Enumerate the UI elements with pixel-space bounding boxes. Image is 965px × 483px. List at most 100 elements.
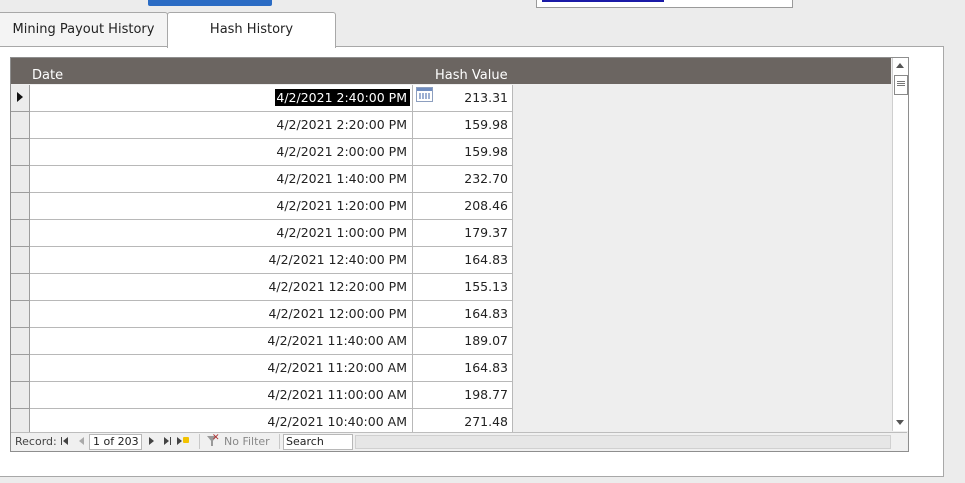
table-row[interactable]: 4/2/2021 12:40:00 PM 164.83: [11, 247, 891, 274]
cell-hash-value[interactable]: 164.83: [413, 247, 513, 274]
vertical-scrollbar[interactable]: [892, 58, 908, 431]
cell-date-value: 4/2/2021 11:00:00 AM: [267, 387, 407, 402]
scroll-up-icon[interactable]: [893, 60, 908, 73]
top-button-partial[interactable]: [148, 0, 272, 6]
record-selector[interactable]: [11, 220, 30, 247]
cell-date-value: 4/2/2021 12:40:00 PM: [268, 252, 407, 267]
cell-hash-value-text: 208.46: [464, 198, 508, 213]
cell-date[interactable]: 4/2/2021 12:40:00 PM: [30, 247, 413, 274]
cell-date[interactable]: 4/2/2021 1:40:00 PM: [30, 166, 413, 193]
cell-hash-value[interactable]: 179.37: [413, 220, 513, 247]
cell-date[interactable]: 4/2/2021 12:20:00 PM: [30, 274, 413, 301]
column-header-date[interactable]: Date: [32, 68, 63, 83]
cell-hash-value[interactable]: 164.83: [413, 355, 513, 382]
cell-hash-value-text: 159.98: [464, 144, 508, 159]
cell-hash-value-text: 164.83: [464, 252, 508, 267]
cell-date-value: 4/2/2021 10:40:00 AM: [267, 414, 407, 429]
scroll-down-icon[interactable]: [893, 416, 908, 429]
cell-date[interactable]: 4/2/2021 1:20:00 PM: [30, 193, 413, 220]
cell-hash-value-text: 232.70: [464, 171, 508, 186]
cell-date-value: 4/2/2021 11:40:00 AM: [267, 333, 407, 348]
column-header-hash-value[interactable]: Hash Value: [435, 68, 508, 83]
cell-hash-value-text: 155.13: [464, 279, 508, 294]
nav-separator: [279, 434, 280, 449]
cell-hash-value-text: 164.83: [464, 360, 508, 375]
table-row[interactable]: 4/2/2021 12:20:00 PM 155.13: [11, 274, 891, 301]
cell-date[interactable]: 4/2/2021 1:00:00 PM: [30, 220, 413, 247]
table-row[interactable]: 4/2/2021 11:40:00 AM 189.07: [11, 328, 891, 355]
cell-date[interactable]: 4/2/2021 12:00:00 PM: [30, 301, 413, 328]
cell-date[interactable]: 4/2/2021 2:00:00 PM: [30, 139, 413, 166]
cell-date[interactable]: 4/2/2021 2:40:00 PM: [30, 85, 413, 112]
cell-date-value: 4/2/2021 11:20:00 AM: [267, 360, 407, 375]
filter-status-button[interactable]: No Filter: [224, 435, 270, 448]
cell-date[interactable]: 4/2/2021 11:40:00 AM: [30, 328, 413, 355]
cell-date-value: 4/2/2021 2:00:00 PM: [276, 144, 407, 159]
record-selector[interactable]: [11, 355, 30, 382]
cell-date-value: 4/2/2021 2:40:00 PM: [275, 89, 410, 106]
table-row[interactable]: 4/2/2021 2:40:00 PM 213.31: [11, 85, 891, 112]
top-field-link[interactable]: [542, 0, 664, 2]
cell-date-value: 4/2/2021 1:00:00 PM: [276, 225, 407, 240]
cell-hash-value-text: 271.48: [464, 414, 508, 429]
last-record-icon[interactable]: [163, 435, 173, 447]
table-row[interactable]: 4/2/2021 12:00:00 PM 164.83: [11, 301, 891, 328]
cell-hash-value[interactable]: 155.13: [413, 274, 513, 301]
cell-date[interactable]: 4/2/2021 2:20:00 PM: [30, 112, 413, 139]
filter-off-mark: ✕: [212, 433, 220, 443]
cell-date[interactable]: 4/2/2021 11:20:00 AM: [30, 355, 413, 382]
record-selector[interactable]: [11, 274, 30, 301]
cell-date-value: 4/2/2021 1:40:00 PM: [276, 171, 407, 186]
tab-mining-payout-history[interactable]: Mining Payout History: [0, 12, 168, 48]
cell-date-value: 4/2/2021 12:00:00 PM: [268, 306, 407, 321]
tab-hash-history[interactable]: Hash History: [167, 12, 336, 48]
record-selector[interactable]: [11, 85, 30, 112]
first-record-icon[interactable]: [61, 435, 71, 447]
record-selector[interactable]: [11, 166, 30, 193]
record-selector[interactable]: [11, 382, 30, 409]
new-record-icon[interactable]: [177, 435, 191, 447]
record-selector[interactable]: [11, 328, 30, 355]
record-navigation-bar: Record: 1 of 203 ✕ No Filter Search: [11, 432, 907, 451]
record-label: Record:: [15, 435, 57, 448]
record-position-input[interactable]: 1 of 203: [89, 434, 142, 450]
record-selector[interactable]: [11, 301, 30, 328]
datasheet: Date Hash Value 4/2/2021 2:40:00 PM 213.3…: [10, 57, 909, 452]
table-row[interactable]: 4/2/2021 1:40:00 PM 232.70: [11, 166, 891, 193]
cell-hash-value-text: 213.31: [464, 90, 508, 105]
cell-hash-value[interactable]: 208.46: [413, 193, 513, 220]
table-row[interactable]: 4/2/2021 1:20:00 PM 208.46: [11, 193, 891, 220]
top-field-partial[interactable]: [536, 0, 793, 8]
cell-date[interactable]: 4/2/2021 11:00:00 AM: [30, 382, 413, 409]
table-row[interactable]: 4/2/2021 11:20:00 AM 164.83: [11, 355, 891, 382]
next-record-icon[interactable]: [147, 435, 157, 447]
cell-date-value: 4/2/2021 1:20:00 PM: [276, 198, 407, 213]
cell-hash-value-text: 198.77: [464, 387, 508, 402]
calendar-icon[interactable]: [416, 87, 433, 102]
table-row[interactable]: 4/2/2021 2:00:00 PM 159.98: [11, 139, 891, 166]
cell-hash-value[interactable]: 189.07: [413, 328, 513, 355]
current-record-arrow-icon: [17, 92, 23, 102]
cell-hash-value[interactable]: 198.77: [413, 382, 513, 409]
cell-hash-value[interactable]: 164.83: [413, 301, 513, 328]
record-selector[interactable]: [11, 193, 30, 220]
record-selector[interactable]: [11, 247, 30, 274]
table-row[interactable]: 4/2/2021 1:00:00 PM 179.37: [11, 220, 891, 247]
cell-hash-value[interactable]: 159.98: [413, 112, 513, 139]
cell-date-value: 4/2/2021 2:20:00 PM: [276, 117, 407, 132]
cell-hash-value[interactable]: 159.98: [413, 139, 513, 166]
cell-hash-value-text: 164.83: [464, 306, 508, 321]
record-selector[interactable]: [11, 139, 30, 166]
scroll-thumb[interactable]: [894, 75, 908, 95]
cell-hash-value[interactable]: 232.70: [413, 166, 513, 193]
cell-hash-value-text: 179.37: [464, 225, 508, 240]
record-selector[interactable]: [11, 112, 30, 139]
datasheet-header: Date Hash Value: [11, 58, 891, 84]
cell-hash-value-text: 159.98: [464, 117, 508, 132]
cell-hash-value-text: 189.07: [464, 333, 508, 348]
previous-record-icon[interactable]: [77, 435, 87, 447]
horizontal-scrollbar[interactable]: [355, 435, 891, 449]
table-row[interactable]: 4/2/2021 2:20:00 PM 159.98: [11, 112, 891, 139]
search-input[interactable]: Search: [283, 434, 353, 450]
table-row[interactable]: 4/2/2021 11:00:00 AM 198.77: [11, 382, 891, 409]
